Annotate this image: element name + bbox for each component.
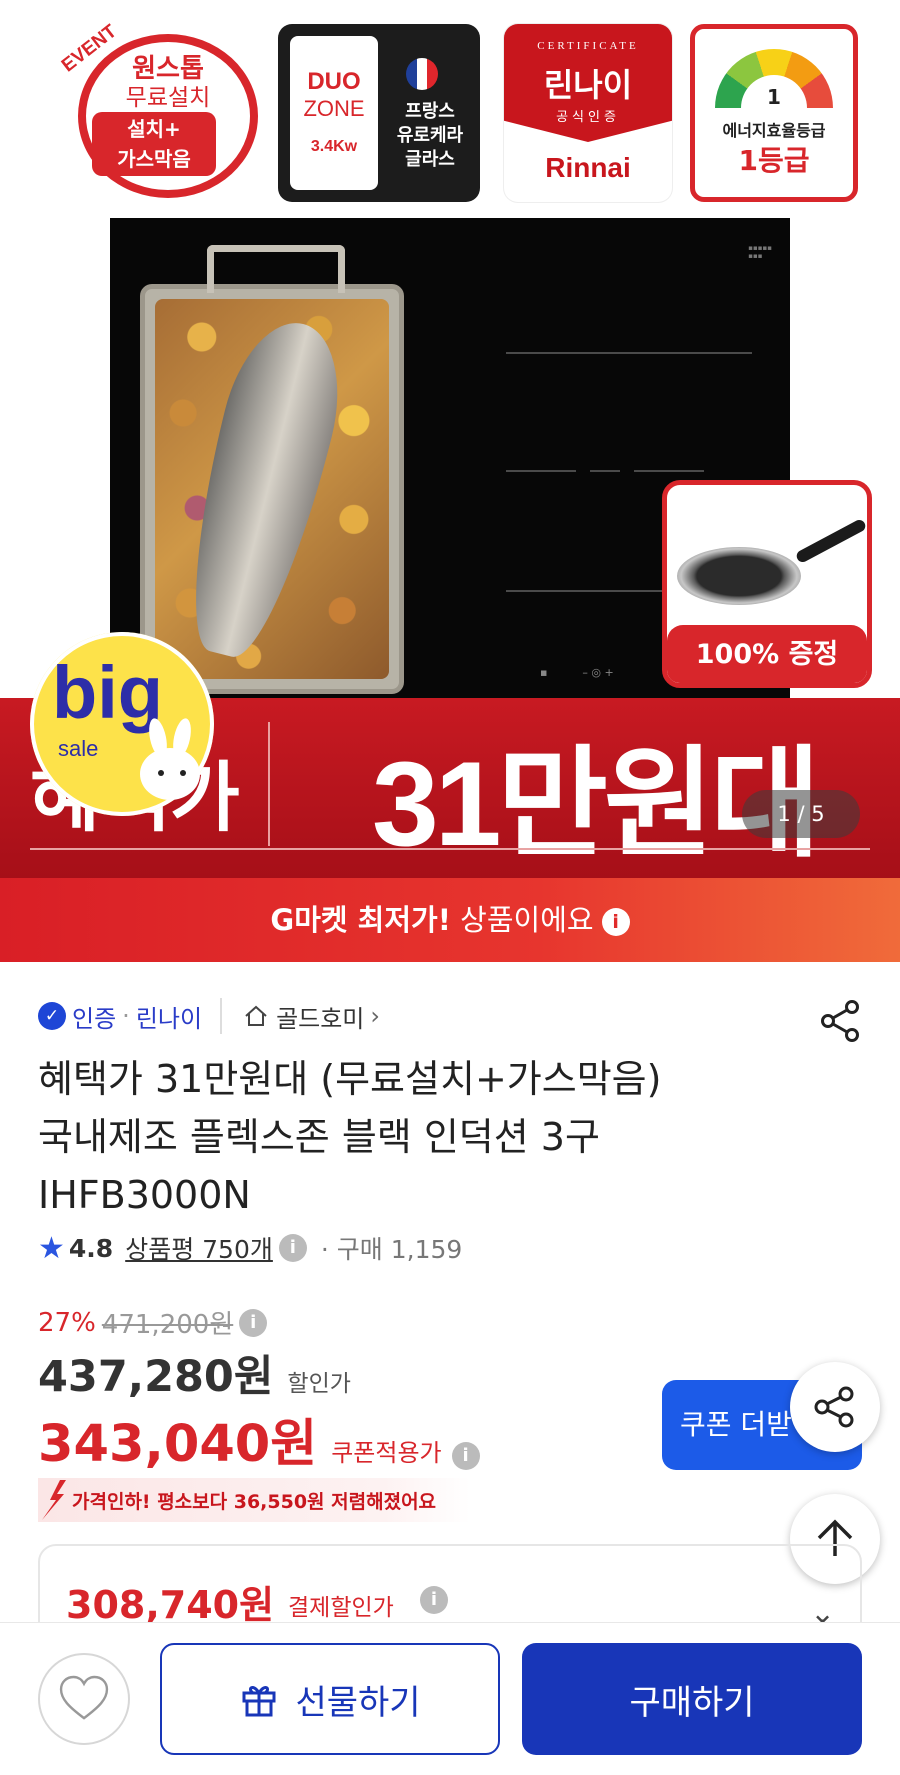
breadcrumb: ✓ 인증 · 린나이 골드호미 › [38, 998, 380, 1034]
heart-icon [59, 1675, 109, 1720]
coupon-price: 343,040원 [38, 1415, 318, 1474]
pay-price-label: 결제할인가 [288, 1595, 394, 1621]
store-name: 골드호미 [276, 1004, 365, 1033]
brand-link[interactable]: 린나이 [136, 999, 202, 1034]
sale-price-label: 할인가 [287, 1371, 351, 1397]
energy-grade-badge: 1 에너지효율등급 1등급 [690, 24, 858, 202]
event-box-line-1: 설치+ [127, 117, 181, 141]
buy-button-label: 구매하기 [629, 1682, 755, 1723]
event-install-badge: EVENT 원스톱 무료설치 설치+ 가스막음 [58, 21, 264, 203]
gift-button[interactable]: 선물하기 [160, 1643, 500, 1755]
price-cut-text: 가격인하! 평소보다 36,550원 저렴해졌어요 [72, 1490, 437, 1513]
original-price: 471,200원 [101, 1310, 234, 1340]
info-icon[interactable]: i [420, 1586, 448, 1614]
product-title-line-3: IHFB3000N [38, 1173, 251, 1217]
duo-zone-badge: DUO ZONE 3.4Kw 프랑스 유로케라 글라스 [278, 24, 480, 202]
sale-text: sale [58, 736, 99, 761]
certificate-text: CERTIFICATE [537, 40, 639, 52]
frying-pan-gift-badge: 100% 증정 [662, 480, 872, 688]
glass-line-1: 프랑스 [405, 101, 455, 122]
gift-button-label: 선물하기 [295, 1682, 421, 1723]
banner-price: 31만원대 [372, 737, 821, 871]
energy-label: 에너지효율등급 [722, 121, 826, 140]
verified-check-icon: ✓ [38, 1002, 66, 1030]
wishlist-button[interactable] [38, 1653, 130, 1745]
rating-score: 4.8 [68, 1233, 114, 1263]
info-icon[interactable]: i [278, 1234, 307, 1262]
lowest-price-banner[interactable]: G마켓 최저가! 상품이에요 i [0, 878, 900, 962]
duo-text: DUO [307, 68, 361, 95]
gift-icon [242, 1686, 276, 1717]
share-icon[interactable] [818, 998, 864, 1044]
lowest-price-bold: G마켓 최저가! [270, 903, 451, 937]
zone-text: ZONE [303, 96, 365, 121]
product-title-line-1: 혜택가 31만원대 (무료설치+가스막음) [38, 1057, 662, 1101]
glass-text: 프랑스 유로케라 글라스 [382, 100, 478, 172]
event-line-2: 무료설치 [125, 85, 211, 111]
glass-line-2: 유로케라 [396, 125, 464, 146]
review-link[interactable]: 상품평 750개 [125, 1230, 273, 1266]
certified-label: 인증 [72, 1004, 117, 1033]
sale-price: 437,280원 [38, 1352, 274, 1402]
lowest-price-text: 상품이에요 [450, 903, 594, 937]
purchase-count: · 구매 1,159 [320, 1235, 463, 1264]
event-box-line-2: 가스막음 [117, 147, 191, 171]
bottom-action-bar: 선물하기 구매하기 [0, 1622, 900, 1775]
big-sale-badge: big sale [30, 632, 214, 816]
price-cut-notice: 가격인하! 평소보다 36,550원 저렴해졌어요 [38, 1478, 470, 1522]
down-arrow-icon [42, 1480, 66, 1520]
feature-badges: EVENT 원스톱 무료설치 설치+ 가스막음 DUO ZONE 3.4Kw 프… [0, 10, 900, 203]
info-icon[interactable]: i [451, 1442, 480, 1470]
chevron-right-icon: › [370, 1002, 380, 1030]
sale-price-row: 437,280원 할인가 [38, 1342, 351, 1404]
france-flag-icon [406, 58, 438, 90]
cooktop-logo: ▪▪▪▪▪ ▪▪▪ [748, 244, 772, 260]
floating-share-button[interactable] [790, 1362, 880, 1452]
roasted-fish-tray-image [140, 245, 404, 694]
energy-gauge-value: 1 [767, 85, 781, 109]
energy-grade: 1등급 [738, 144, 810, 177]
star-icon: ★ [38, 1230, 65, 1266]
coupon-price-row: 343,040원 쿠폰적용가 i [38, 1402, 480, 1476]
share-icon [814, 1386, 854, 1428]
product-title-line-2: 국내제조 플렉스존 블랙 인덕션 3구 [38, 1115, 600, 1159]
coupon-price-label: 쿠폰적용가 [331, 1439, 442, 1467]
product-title: 혜택가 31만원대 (무료설치+가스막음) 국내제조 플렉스존 블랙 인덕션 3… [38, 1050, 858, 1224]
certificate-official: 공식인증 [556, 110, 620, 125]
buy-button[interactable]: 구매하기 [522, 1643, 862, 1755]
bunny-mascot-icon [126, 716, 208, 814]
rinnai-certificate-badge: CERTIFICATE 린나이 공식인증 Rinnai [504, 24, 672, 202]
info-icon[interactable]: i [601, 908, 630, 936]
power-text: 3.4Kw [310, 138, 358, 155]
image-pager: 1 / 5 [742, 790, 860, 838]
pay-price: 308,740원 [66, 1583, 275, 1627]
product-image-carousel[interactable]: EVENT 원스톱 무료설치 설치+ 가스막음 DUO ZONE 3.4Kw 프… [0, 0, 900, 962]
rinnai-logo: Rinnai [545, 152, 631, 183]
home-icon [245, 1005, 267, 1026]
frying-pan-icon [677, 547, 801, 605]
glass-line-3: 글라스 [405, 149, 455, 170]
discount-percent: 27% [38, 1307, 96, 1338]
gift-label: 100% 증정 [667, 625, 867, 683]
store-link[interactable]: 골드호미 › [244, 999, 380, 1034]
product-info: ✓ 인증 · 린나이 골드호미 › 혜택가 31만원대 (무료설치+가스막음) … [0, 962, 900, 1664]
certificate-name: 린나이 [543, 66, 633, 104]
cooktop-controls-icon: ▪ – ◎ + [540, 666, 614, 679]
event-box: 설치+ 가스막음 [92, 112, 216, 176]
discount-row: 27% 471,200원 i [38, 1304, 268, 1341]
info-icon[interactable]: i [239, 1308, 268, 1337]
rating-row: ★ 4.8 상품평 750개 i · 구매 1,159 [38, 1230, 462, 1266]
